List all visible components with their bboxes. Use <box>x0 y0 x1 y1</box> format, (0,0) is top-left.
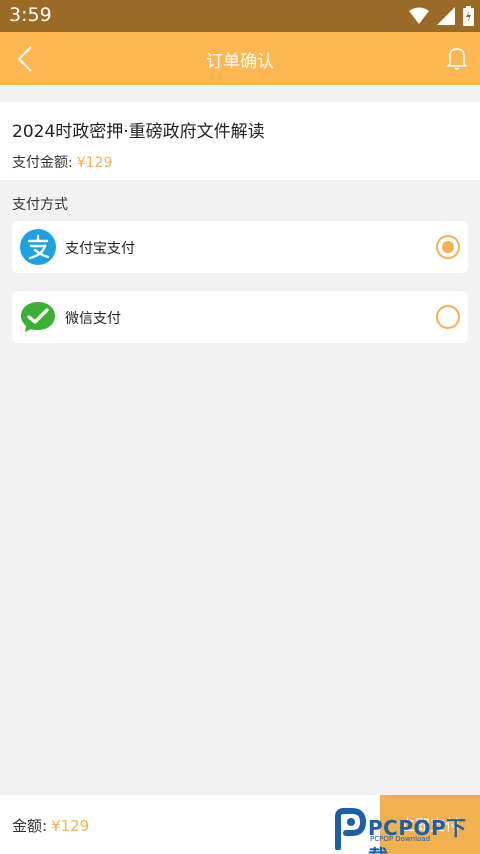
battery-icon <box>463 6 474 26</box>
payment-option-label: 微信支付 <box>65 311 121 327</box>
total-amount-label: 金额: <box>12 817 48 835</box>
status-time: 3:59 <box>9 4 52 26</box>
payment-amount: 支付金额: ¥129 <box>12 152 112 172</box>
payment-method-heading: 支付方式 <box>12 197 68 213</box>
payment-amount-value: ¥129 <box>76 155 113 171</box>
wechat-pay-icon <box>21 302 55 332</box>
status-bar: 3:59 <box>0 0 480 32</box>
payment-option-alipay[interactable]: 支付宝支付 <box>12 221 468 273</box>
payment-option-wechat[interactable]: 微信支付 <box>12 291 468 343</box>
order-summary-card: 2024时政密押·重磅政府文件解读 支付金额: ¥129 <box>0 102 480 180</box>
navigation-bar: 订单确认 <box>0 32 480 85</box>
payment-radio-selected[interactable] <box>436 235 460 259</box>
product-name: 2024时政密押·重磅政府文件解读 <box>12 122 265 142</box>
total-amount-value: ¥129 <box>51 817 90 835</box>
payment-option-label: 支付宝支付 <box>65 241 135 257</box>
total-amount: 金额: ¥129 <box>12 815 89 836</box>
payment-radio-unselected[interactable] <box>436 305 460 329</box>
status-icons <box>409 6 474 26</box>
payment-amount-label: 支付金额: <box>12 155 73 171</box>
page-title: 订单确认 <box>206 52 274 72</box>
wifi-icon <box>409 7 429 24</box>
alipay-icon <box>20 229 56 265</box>
bottom-bar: 金额: ¥129 立即支付 <box>0 795 480 854</box>
signal-icon <box>437 7 455 25</box>
pay-now-button[interactable]: 立即支付 <box>380 795 480 854</box>
bell-icon[interactable] <box>444 45 470 71</box>
